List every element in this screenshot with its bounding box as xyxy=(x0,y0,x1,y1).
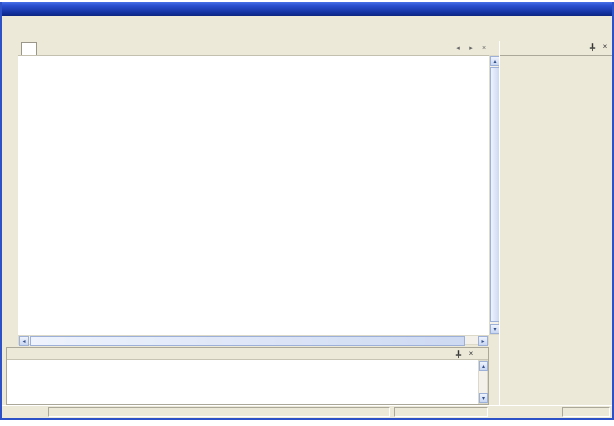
desktop-strip xyxy=(0,420,614,426)
canvas-hscrollbar[interactable]: ◂ ▸ xyxy=(18,335,489,345)
title-bar[interactable] xyxy=(2,2,612,16)
explorer-header: × xyxy=(7,348,488,360)
status-segment xyxy=(394,407,488,417)
flow-canvas[interactable] xyxy=(18,55,489,336)
status-bar xyxy=(2,405,612,418)
tab-strip: ◂ ▸ × xyxy=(18,41,499,55)
scroll-up-icon[interactable]: ▴ xyxy=(479,361,488,371)
scroll-left-icon[interactable]: ◂ xyxy=(19,336,29,346)
tab-scroll-left-icon[interactable]: ◂ xyxy=(453,43,463,53)
toolbar xyxy=(2,28,612,41)
toolbox-panel: × xyxy=(499,41,612,405)
close-icon[interactable]: × xyxy=(466,349,476,359)
screen: ◂ ▸ × ▴ ▾ ◂ ▸ × xyxy=(0,0,614,426)
toolbox-controls: × xyxy=(587,42,610,52)
tab-main-flow[interactable] xyxy=(21,42,37,55)
scroll-right-icon[interactable]: ▸ xyxy=(478,336,488,346)
tab-close-icon[interactable]: × xyxy=(479,43,489,53)
hscroll-thumb[interactable] xyxy=(30,336,465,346)
explorer-tree xyxy=(7,360,488,404)
app-window: ◂ ▸ × ▴ ▾ ◂ ▸ × xyxy=(0,2,614,420)
menu-bar xyxy=(2,16,612,28)
status-segment xyxy=(48,407,390,417)
status-segment xyxy=(562,407,610,417)
close-icon[interactable]: × xyxy=(600,42,610,52)
explorer-controls: × xyxy=(453,349,476,359)
scroll-down-icon[interactable]: ▾ xyxy=(479,393,488,403)
tab-scroll-right-icon[interactable]: ▸ xyxy=(466,43,476,53)
canvas-vscrollbar[interactable]: ▴ ▾ xyxy=(489,55,499,335)
explorer-vscrollbar[interactable]: ▴ ▾ xyxy=(478,360,488,404)
toolbox-header: × xyxy=(500,41,612,56)
pin-icon[interactable] xyxy=(587,42,597,52)
pin-icon[interactable] xyxy=(453,349,463,359)
tab-nav: ◂ ▸ × xyxy=(453,43,489,53)
solution-explorer-panel: × ▴ ▾ xyxy=(6,347,489,405)
